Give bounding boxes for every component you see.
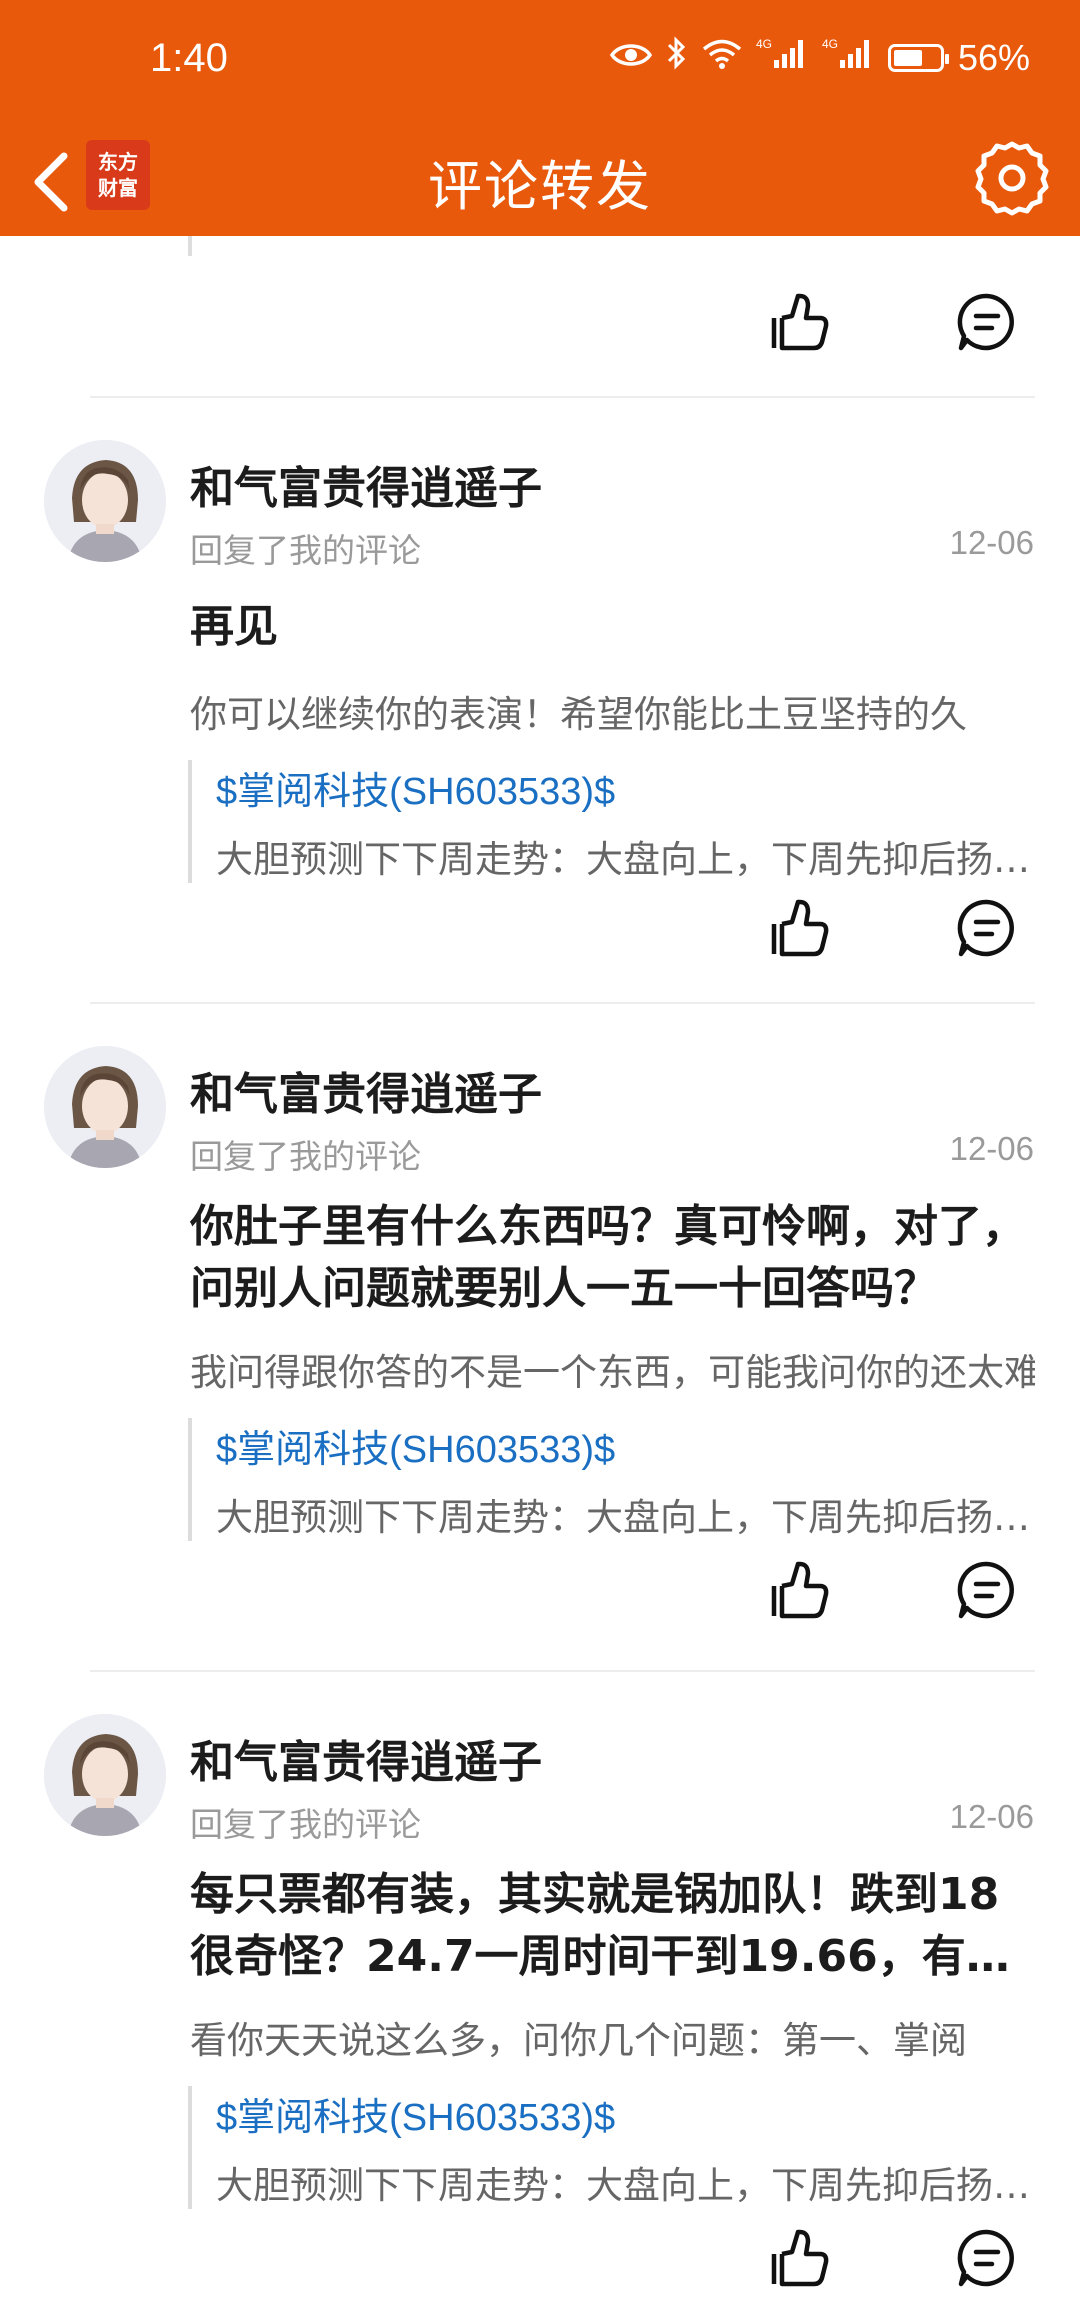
- like-button[interactable]: [768, 1558, 832, 1622]
- app-header: 1:40 4G 4G 56% 东方 财富 评论转发: [0, 0, 1080, 236]
- quoted-post[interactable]: $掌阅科技(SH603533)$ 大胆预测下下周走势：大盘向上，下周先抑后扬，下…: [188, 1418, 1038, 1541]
- comment-title: 你肚子里有什么东西吗？真可怜啊，对了，问别人问题就要别人一五一十回答吗？: [190, 1201, 1026, 1314]
- stock-link[interactable]: $掌阅科技(SH603533)$: [216, 1418, 1038, 1473]
- quoted-post[interactable]: $掌阅科技(SH603533)$ 大胆预测下下周走势：大盘向上，下周先抑后扬，下…: [188, 760, 1038, 883]
- like-button[interactable]: [768, 896, 832, 960]
- reply-button[interactable]: [955, 290, 1019, 354]
- comment-date: 12-06: [949, 1798, 1034, 1835]
- status-icons: 4G 4G 56%: [609, 36, 1030, 79]
- divider: [90, 1002, 1035, 1004]
- reply-subtitle: 回复了我的评论: [190, 1805, 421, 1844]
- username[interactable]: 和气富贵得逍遥子: [190, 1058, 542, 1122]
- signal-icon-2: 4G: [822, 36, 874, 79]
- avatar[interactable]: [44, 1046, 166, 1168]
- quoted-post[interactable]: $掌阅科技(SH603533)$ 大胆预测下下周走势：大盘向上，下周先抑后扬，下…: [188, 2086, 1038, 2209]
- avatar[interactable]: [44, 440, 166, 562]
- like-button[interactable]: [768, 290, 832, 354]
- battery-percent: 56%: [957, 36, 1030, 78]
- nav-bar: 东方 财富 评论转发: [0, 126, 1080, 236]
- reply-button[interactable]: [955, 896, 1019, 960]
- comment-body: 你可以继续你的表演！希望你能比土豆坚持的久: [190, 693, 967, 736]
- page-title: 评论转发: [428, 155, 652, 218]
- quoted-text: 大胆预测下下周走势：大盘向上，下周先抑后扬，下下周更精彩: [216, 838, 1038, 881]
- thumbs-up-icon: [771, 293, 829, 351]
- divider: [90, 1670, 1035, 1672]
- stock-link[interactable]: $掌阅科技(SH603533)$: [216, 760, 1038, 815]
- settings-button[interactable]: [972, 138, 1052, 218]
- quote-bar: [188, 236, 192, 256]
- comment-title: 再见: [190, 601, 278, 652]
- reply-button[interactable]: [955, 2226, 1019, 2290]
- svg-text:4G: 4G: [756, 37, 772, 51]
- quoted-text: 大胆预测下下周走势：大盘向上，下周先抑后扬，下下周更精彩: [216, 1496, 1038, 1539]
- comment-feed[interactable]: 和气富贵得逍遥子 回复了我的评论 12-06 再见 你可以继续你的表演！希望你能…: [0, 236, 1080, 2310]
- eye-icon: [609, 37, 653, 79]
- quoted-text: 大胆预测下下周走势：大盘向上，下周先抑后扬，下下周更精彩: [216, 2164, 1038, 2207]
- comment-date: 12-06: [949, 1130, 1034, 1167]
- username[interactable]: 和气富贵得逍遥子: [190, 1726, 542, 1790]
- comment-icon: [957, 293, 1014, 351]
- thumbs-up-icon: [771, 2229, 829, 2287]
- comment-date: 12-06: [949, 524, 1034, 561]
- comment-title: 每只票都有装，其实就是锅加队！跌到18很奇怪？24.7一周时间干到19.66，有…: [190, 1869, 1010, 1982]
- bluetooth-icon: [666, 36, 688, 79]
- comment-icon: [957, 899, 1014, 957]
- like-button[interactable]: [768, 2226, 832, 2290]
- reply-button[interactable]: [955, 1558, 1019, 1622]
- reply-subtitle: 回复了我的评论: [190, 531, 421, 570]
- comment-body: 看你天天说这么多，问你几个问题：第一、掌阅: [190, 2019, 967, 2062]
- thumbs-up-icon: [771, 899, 829, 957]
- comment-icon: [957, 2229, 1014, 2287]
- divider: [90, 396, 1035, 398]
- status-bar: 1:40 4G 4G 56%: [0, 0, 1080, 126]
- status-time: 1:40: [150, 36, 228, 80]
- svg-text:4G: 4G: [822, 37, 838, 51]
- comment-body: 我问得跟你答的不是一个东西，可能我问你的还太难: [190, 1351, 1035, 1394]
- thumbs-up-icon: [771, 1561, 829, 1619]
- reply-subtitle: 回复了我的评论: [190, 1137, 421, 1176]
- battery-icon: [887, 43, 949, 72]
- gear-icon: [975, 141, 1049, 216]
- stock-link[interactable]: $掌阅科技(SH603533)$: [216, 2086, 1038, 2141]
- wifi-icon: [702, 37, 742, 79]
- avatar[interactable]: [44, 1714, 166, 1836]
- signal-icon: 4G: [756, 36, 808, 79]
- username[interactable]: 和气富贵得逍遥子: [190, 452, 542, 516]
- comment-icon: [957, 1561, 1014, 1619]
